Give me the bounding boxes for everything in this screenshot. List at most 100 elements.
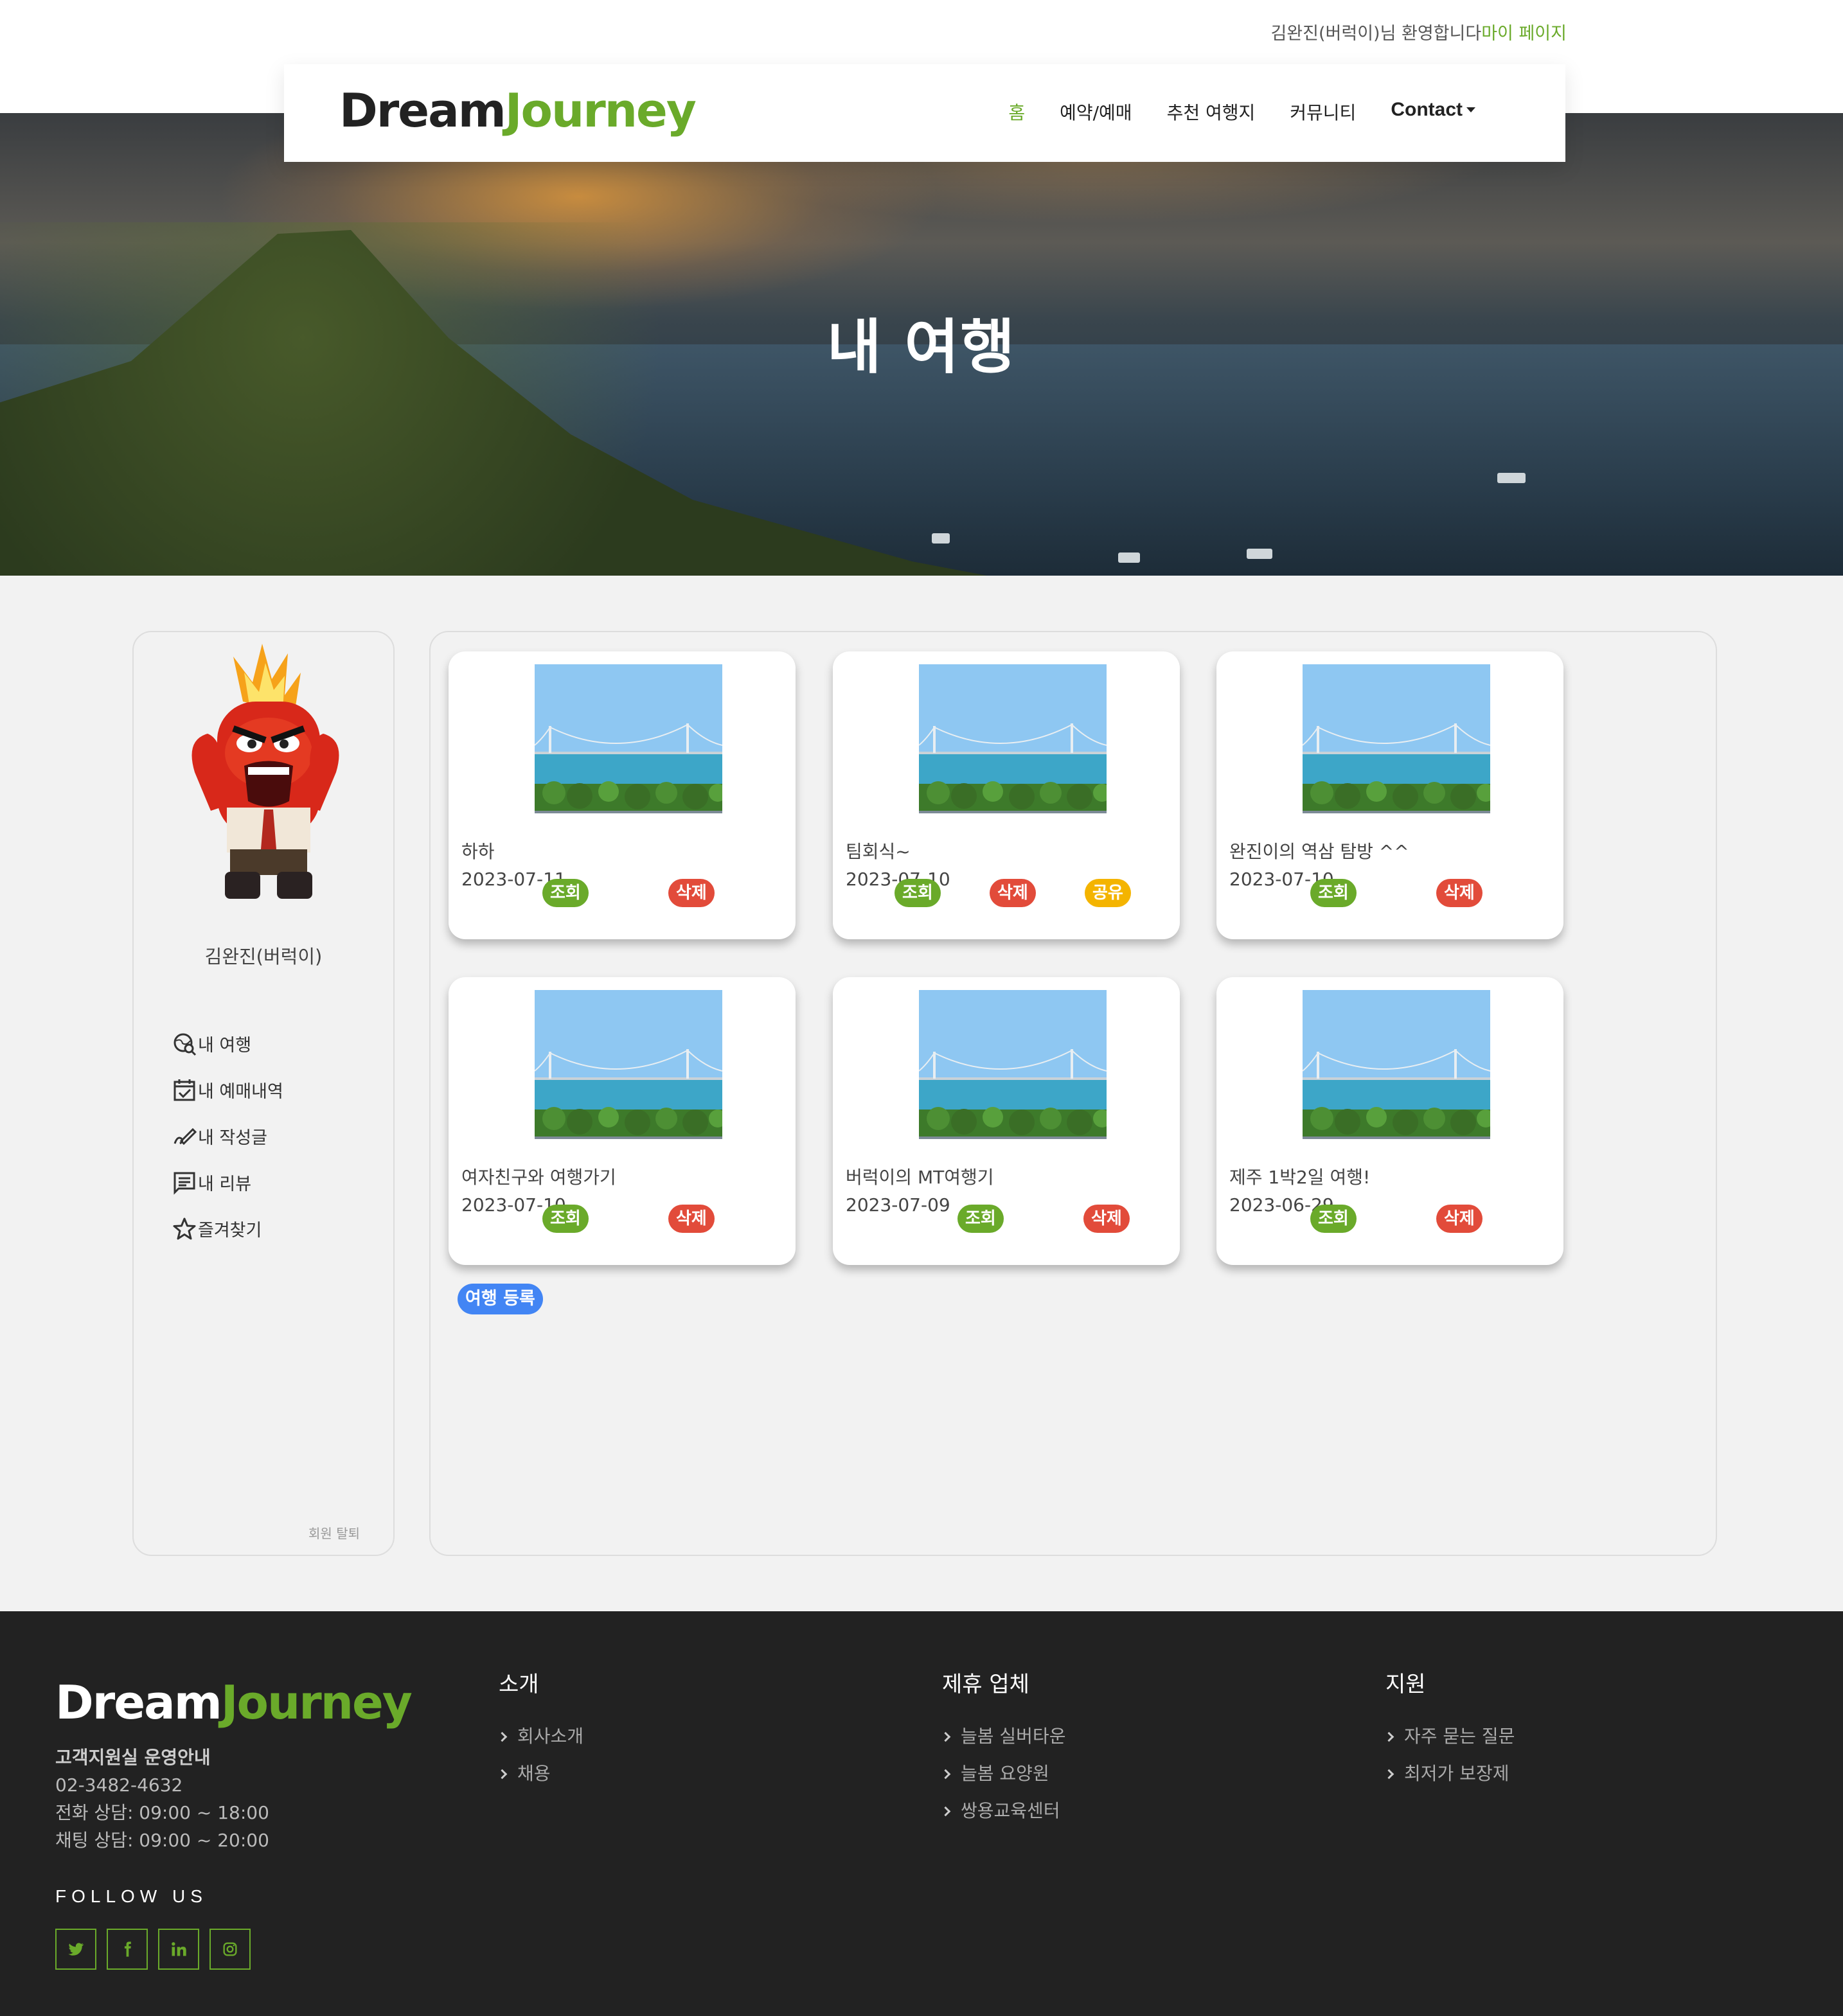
- menu-favorites[interactable]: 즐겨찾기: [172, 1195, 283, 1241]
- share-button[interactable]: 공유: [1085, 879, 1131, 907]
- trip-title: 완진이의 역삼 탐방 ^^: [1229, 841, 1409, 862]
- footer-link[interactable]: 채용: [497, 1760, 583, 1797]
- navbar: DreamJourney 홈 예약/예매 추천 여행지 커뮤니티 Contact: [284, 64, 1565, 162]
- boat: [932, 533, 950, 544]
- logo[interactable]: DreamJourney: [339, 84, 697, 137]
- menu-my-posts[interactable]: 내 작성글: [172, 1102, 283, 1149]
- view-button[interactable]: 조회: [542, 879, 589, 907]
- delete-button[interactable]: 삭제: [1436, 879, 1482, 907]
- travel-search-icon: [174, 1033, 197, 1056]
- footer-link[interactable]: 최저가 보장제: [1384, 1760, 1515, 1797]
- trip-title: 여자친구와 여행가기: [461, 1167, 616, 1188]
- instagram-icon[interactable]: [209, 1929, 251, 1970]
- delete-button[interactable]: 삭제: [1083, 1205, 1130, 1233]
- trip-title: 버럭이의 MT여행기: [846, 1167, 994, 1188]
- support-chat-hours: 채팅 상담: 09:00 ~ 20:00: [55, 1830, 269, 1851]
- nav-home[interactable]: 홈: [1008, 99, 1025, 125]
- facebook-icon[interactable]: [107, 1929, 148, 1970]
- nav-contact-dropdown[interactable]: Contact: [1391, 99, 1475, 125]
- footer: DreamJourney 고객지원실 운영안내 02-3482-4632 전화 …: [0, 1611, 1843, 2016]
- trip-thumbnail-wrap: [535, 990, 722, 1139]
- footer-col-about: 소개 회사소개 채용: [497, 1667, 583, 1797]
- trip-thumbnail: [535, 664, 722, 813]
- withdraw-link[interactable]: 회원 탈퇴: [308, 1523, 360, 1542]
- chevron-right-icon: [940, 1731, 951, 1742]
- footer-logo[interactable]: DreamJourney: [55, 1676, 413, 1729]
- delete-button[interactable]: 삭제: [1436, 1205, 1482, 1233]
- register-trip-button[interactable]: 여행 등록: [458, 1284, 543, 1314]
- profile-username: 김완진(버럭이): [204, 946, 323, 968]
- footer-link[interactable]: 자주 묻는 질문: [1384, 1722, 1515, 1760]
- nav-contact-label: Contact: [1391, 99, 1463, 120]
- menu-label: 내 리뷰: [198, 1174, 252, 1194]
- view-button[interactable]: 조회: [542, 1205, 589, 1233]
- footer-link[interactable]: 늘봄 실버타운: [940, 1722, 1066, 1760]
- trip-thumbnail: [919, 664, 1107, 813]
- view-button[interactable]: 조회: [1310, 1205, 1357, 1233]
- profile-avatar: [191, 644, 339, 899]
- trip-thumbnail-wrap: [919, 990, 1107, 1139]
- trip-card: 여자친구와 여행가기 2023-07-10 조회 삭제: [449, 977, 796, 1265]
- trip-thumbnail-wrap: [1303, 664, 1490, 813]
- mypage-link[interactable]: 마이 페이지: [1481, 24, 1567, 44]
- menu-my-bookings[interactable]: 내 예매내역: [172, 1056, 283, 1102]
- chevron-right-icon: [940, 1769, 951, 1780]
- footer-col-title: 소개: [499, 1672, 539, 1697]
- view-button[interactable]: 조회: [895, 879, 941, 907]
- hero-banner: 내 여행: [0, 113, 1843, 576]
- menu-my-reviews[interactable]: 내 리뷰: [172, 1149, 283, 1195]
- menu-label: 내 예매내역: [198, 1082, 283, 1102]
- support-phone: 02-3482-4632: [55, 1774, 183, 1796]
- main-nav: 홈 예약/예매 추천 여행지 커뮤니티 Contact: [1008, 99, 1475, 125]
- menu-label: 즐겨찾기: [198, 1221, 262, 1241]
- footer-link[interactable]: 늘봄 요양원: [940, 1760, 1065, 1797]
- nav-community[interactable]: 커뮤니티: [1290, 99, 1356, 125]
- footer-link-label: 최저가 보장제: [1404, 1763, 1509, 1784]
- trip-card: 버럭이의 MT여행기 2023-07-09 조회 삭제: [833, 977, 1180, 1265]
- trip-thumbnail: [1303, 664, 1490, 813]
- nav-reservation[interactable]: 예약/예매: [1060, 99, 1132, 125]
- chevron-right-icon: [1384, 1731, 1394, 1742]
- menu-my-trips[interactable]: 내 여행: [172, 1010, 283, 1056]
- nav-recommend[interactable]: 추천 여행지: [1167, 99, 1256, 125]
- trip-title: 제주 1박2일 여행!: [1229, 1167, 1371, 1188]
- trip-thumbnail-wrap: [1303, 990, 1490, 1139]
- trip-title: 하하: [461, 841, 495, 862]
- trip-thumbnail-wrap: [535, 664, 722, 813]
- footer-link-label: 늘봄 요양원: [961, 1763, 1049, 1784]
- footer-link-label: 늘봄 실버타운: [961, 1726, 1066, 1747]
- menu-label: 내 작성글: [198, 1128, 267, 1148]
- review-icon: [174, 1172, 195, 1195]
- support-title: 고객지원실 운영안내: [55, 1747, 211, 1768]
- chevron-right-icon: [497, 1769, 508, 1780]
- trip-title: 팀회식~: [846, 841, 911, 862]
- star-icon: [173, 1217, 196, 1240]
- boat: [1247, 549, 1272, 559]
- trip-thumbnail-wrap: [919, 664, 1107, 813]
- trip-thumbnail: [535, 990, 722, 1139]
- trip-date: 2023-07-09: [846, 1194, 950, 1216]
- footer-link[interactable]: 쌍용교육센터: [940, 1797, 1065, 1834]
- support-info: 고객지원실 운영안내 02-3482-4632 전화 상담: 09:00 ~ 1…: [55, 1744, 269, 1854]
- footer-logo-journey: Journey: [220, 1676, 413, 1729]
- delete-button[interactable]: 삭제: [990, 879, 1036, 907]
- view-button[interactable]: 조회: [957, 1205, 1004, 1233]
- twitter-icon[interactable]: [55, 1929, 96, 1970]
- footer-link-label: 자주 묻는 질문: [1404, 1726, 1515, 1747]
- hero-mountain-light: [0, 222, 1157, 576]
- footer-logo-dream: Dream: [55, 1676, 222, 1729]
- footer-link[interactable]: 회사소개: [497, 1722, 583, 1760]
- view-button[interactable]: 조회: [1310, 879, 1357, 907]
- welcome-text: 김완진(버럭이)님 환영합니다: [1270, 24, 1482, 44]
- logo-journey: Journey: [504, 84, 697, 137]
- delete-button[interactable]: 삭제: [668, 1205, 715, 1233]
- delete-button[interactable]: 삭제: [668, 879, 715, 907]
- support-phone-hours: 전화 상담: 09:00 ~ 18:00: [55, 1802, 269, 1823]
- profile-sidebar: 김완진(버럭이) 내 여행 내 예매내역 내 작성글 내 리뷰 즐겨찾기 회원 …: [132, 631, 395, 1556]
- linkedin-icon[interactable]: [158, 1929, 199, 1970]
- trip-card: 하하 2023-07-11 조회 삭제: [449, 651, 796, 939]
- welcome-message: 김완진(버럭이)님 환영합니다마이 페이지: [1270, 19, 1567, 44]
- footer-col-title: 지원: [1385, 1672, 1426, 1697]
- boat: [1497, 473, 1526, 483]
- footer-col-partners: 제휴 업체 늘봄 실버타운 늘봄 요양원 쌍용교육센터: [940, 1667, 1066, 1834]
